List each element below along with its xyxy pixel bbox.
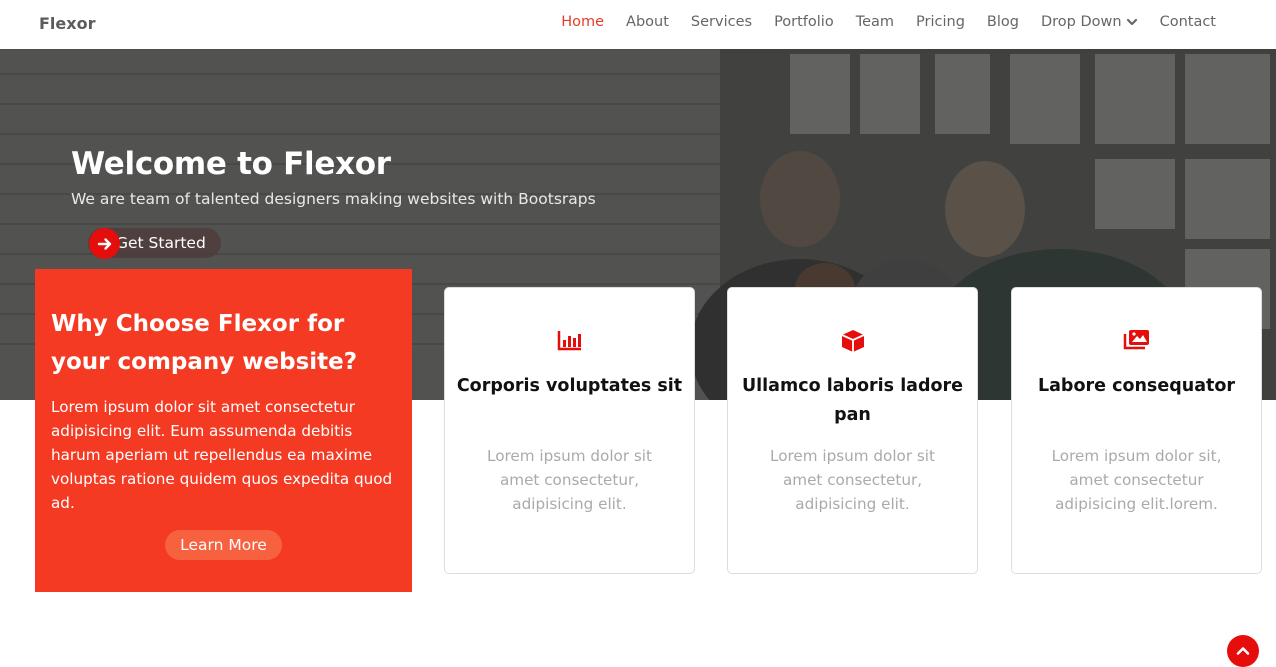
hero-subtitle: We are team of talented designers making… xyxy=(71,190,596,208)
nav-item-home[interactable]: Home xyxy=(561,14,604,30)
site-header: Flexor Home About Services Portfolio Tea… xyxy=(0,0,1276,49)
nav-item-dropdown-label: Drop Down xyxy=(1040,14,1122,30)
arrow-right-icon[interactable] xyxy=(89,228,120,259)
back-to-top-button[interactable] xyxy=(1227,635,1259,667)
hero-title: Welcome to Flexor xyxy=(71,146,391,182)
learn-more-button[interactable]: Learn More xyxy=(165,530,282,560)
nav-item-pricing[interactable]: Pricing xyxy=(916,14,965,30)
card-title: Ullamco laboris ladore pan xyxy=(741,376,964,425)
card-title: Corporis voluptates sit xyxy=(456,376,683,396)
logo[interactable]: Flexor xyxy=(39,14,95,33)
nav-item-services[interactable]: Services xyxy=(691,14,752,30)
feature-card-3: Labore consequator Lorem ipsum dolor sit… xyxy=(1011,287,1262,574)
why-choose-box: Why Choose Flexor for your company websi… xyxy=(35,269,412,592)
nav-item-blog[interactable]: Blog xyxy=(987,14,1019,30)
why-body: Lorem ipsum dolor sit amet consectetur a… xyxy=(51,398,393,512)
nav-item-portfolio[interactable]: Portfolio xyxy=(774,14,834,30)
chevron-down-icon xyxy=(1126,18,1137,26)
nav-item-team[interactable]: Team xyxy=(856,14,894,30)
images-icon xyxy=(1123,330,1149,350)
feature-card-1: Corporis voluptates sit Lorem ipsum dolo… xyxy=(444,287,695,574)
card-text: Lorem ipsum dolor sit amet consectetur, … xyxy=(487,447,652,513)
chevron-up-icon xyxy=(1236,647,1250,655)
nav-item-about[interactable]: About xyxy=(626,14,669,30)
nav-item-dropdown[interactable]: Drop Down xyxy=(1041,14,1138,30)
card-title: Labore consequator xyxy=(1037,376,1236,396)
main-nav: Home About Services Portfolio Team Prici… xyxy=(539,14,1216,30)
cube-icon xyxy=(841,330,864,352)
why-title: Why Choose Flexor for your company websi… xyxy=(51,311,358,375)
nav-item-contact[interactable]: Contact xyxy=(1160,14,1216,30)
card-text: Lorem ipsum dolor sit amet consectetur, … xyxy=(770,447,935,513)
feature-card-2: Ullamco laboris ladore pan Lorem ipsum d… xyxy=(727,287,978,574)
card-text: Lorem ipsum dolor sit, amet consectetur … xyxy=(1051,447,1222,513)
bar-chart-icon xyxy=(557,331,581,351)
